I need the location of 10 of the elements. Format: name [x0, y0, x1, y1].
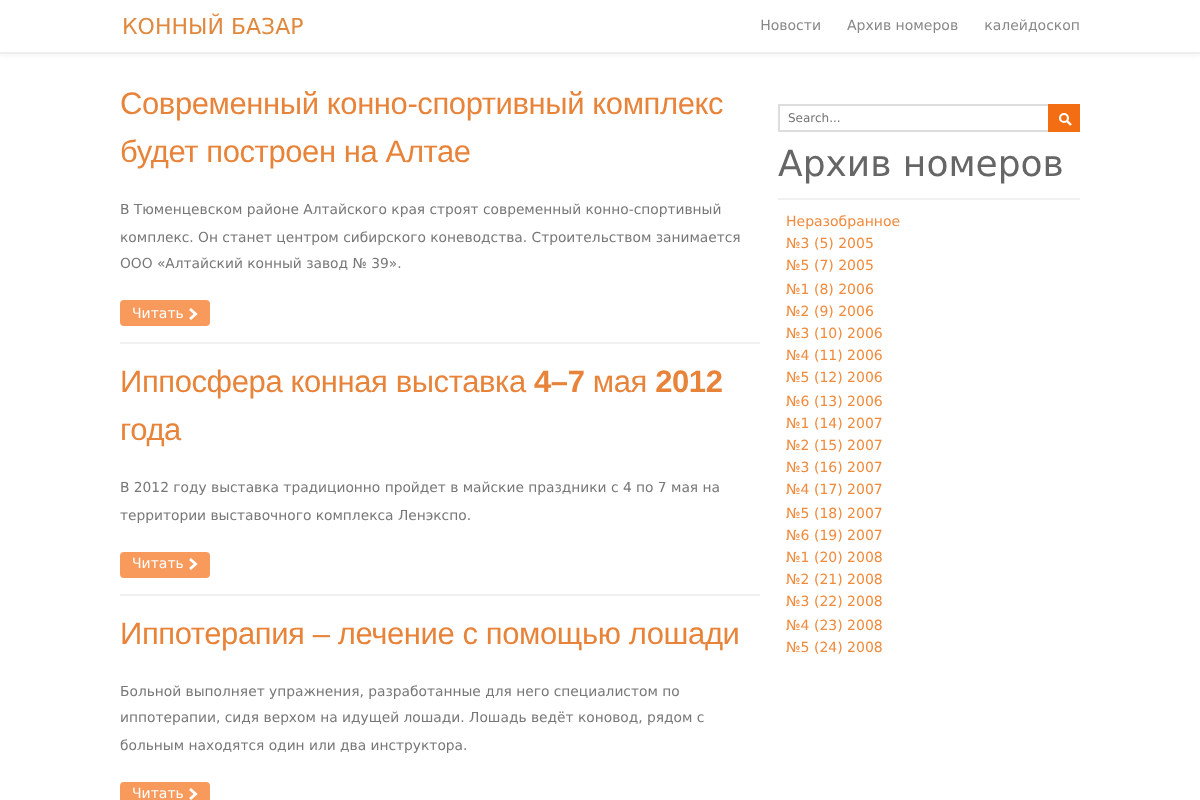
search-icon: [1057, 111, 1071, 125]
post-title[interactable]: Современный конно-спортивный комплекс будет построен на Алтае: [120, 82, 760, 178]
sidebar-heading: Архив номеров: [778, 144, 1080, 200]
chevron-right-icon: [187, 307, 198, 319]
chevron-right-icon: [187, 788, 198, 800]
site-logo[interactable]: КОННЫЙ БАЗАР: [122, 13, 761, 39]
post-title[interactable]: Иппотерапия – лечение с помощью лошади: [120, 611, 760, 659]
search-button[interactable]: [1048, 104, 1080, 132]
post-title[interactable]: Иппосфера конная выставка 4–7 мая 2012 года: [120, 360, 760, 456]
chevron-right-icon: [187, 558, 198, 570]
